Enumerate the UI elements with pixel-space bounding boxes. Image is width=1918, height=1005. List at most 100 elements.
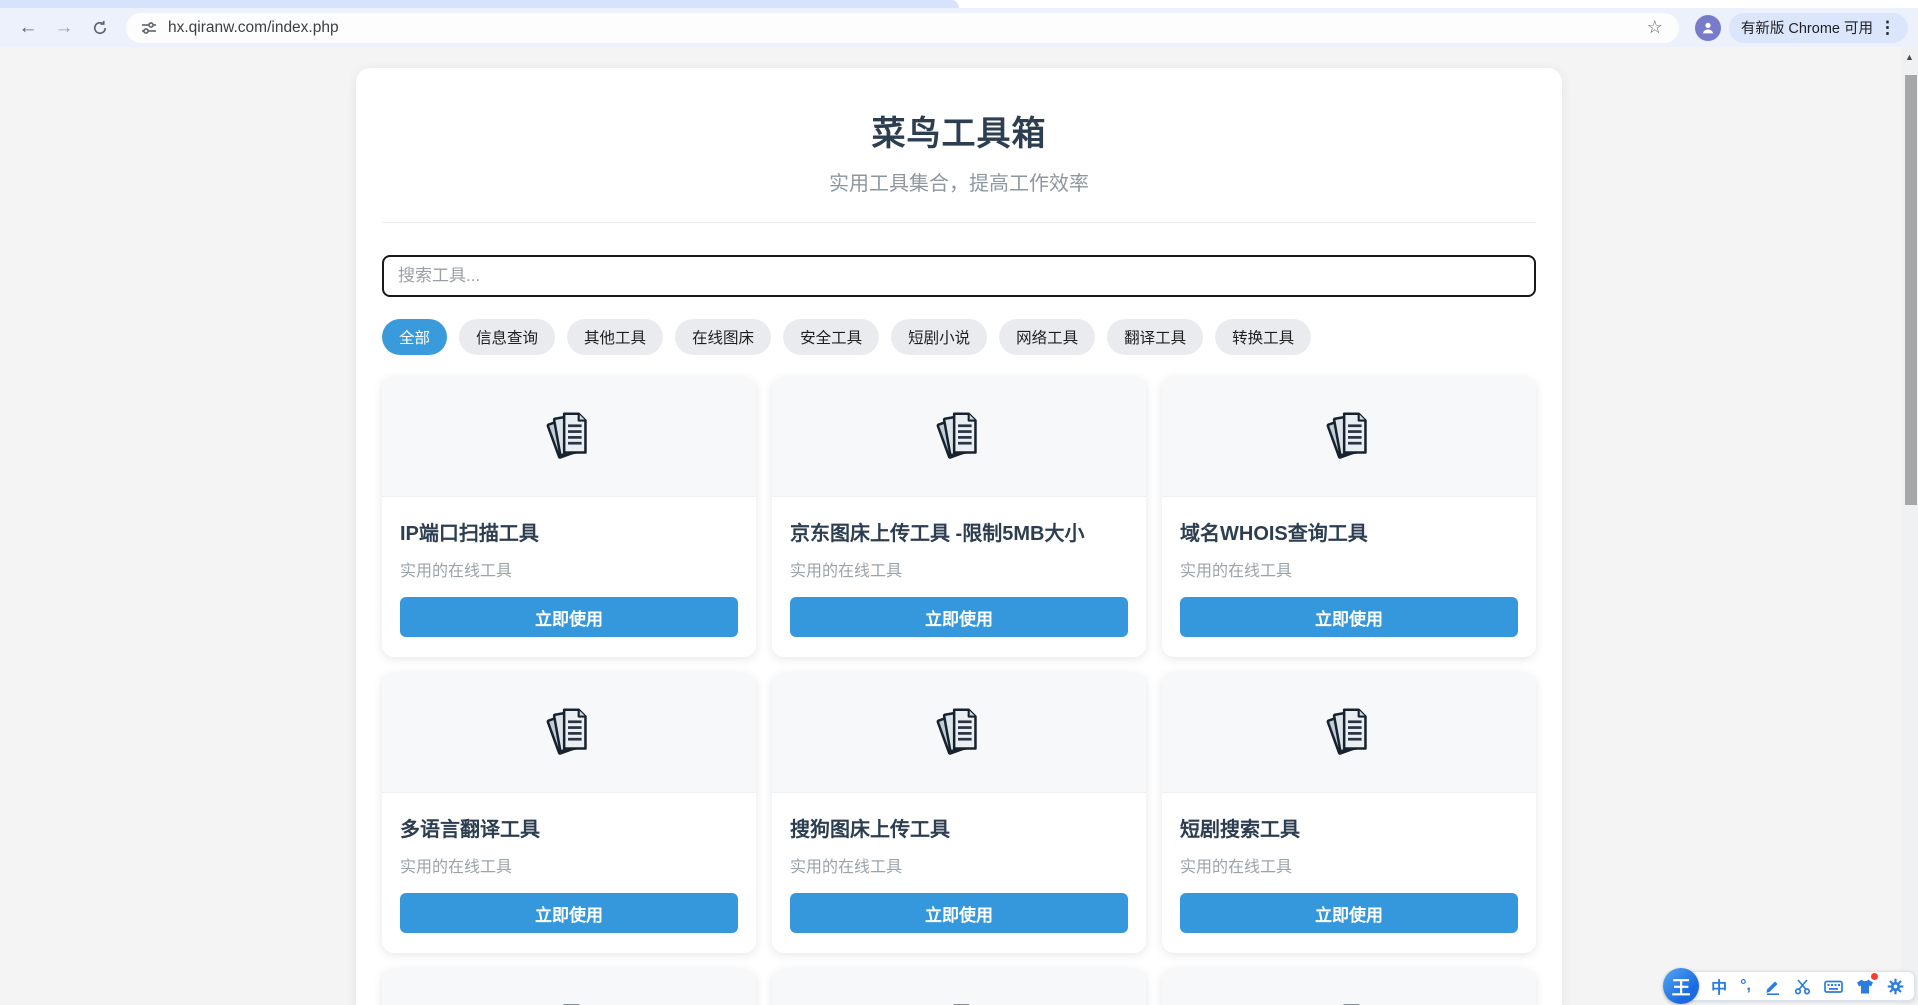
tool-card-partial <box>772 969 1146 1005</box>
tool-card-body: 短剧搜索工具 实用的在线工具 立即使用 <box>1162 793 1536 953</box>
tool-description: 实用的在线工具 <box>790 853 1128 877</box>
site-info-button[interactable] <box>136 15 162 41</box>
scrollbar[interactable]: ▲ <box>1901 47 1918 1005</box>
url-text[interactable]: hx.qiranw.com/index.php <box>168 19 339 37</box>
tag-filter-1[interactable]: 信息查询 <box>459 319 555 355</box>
tool-icon-area <box>1162 673 1536 793</box>
page-subtitle: 实用工具集合，提高工作效率 <box>382 167 1536 196</box>
reload-icon <box>91 19 109 37</box>
tool-icon-area <box>1162 377 1536 497</box>
chrome-update-label: 有新版 Chrome 可用 <box>1741 17 1873 38</box>
tool-card-body: 域名WHOIS查询工具 实用的在线工具 立即使用 <box>1162 497 1536 657</box>
tool-icon-area <box>382 969 756 1005</box>
scroll-up-arrow-icon[interactable]: ▲ <box>1901 47 1918 62</box>
content-panel: 菜鸟工具箱 实用工具集合，提高工作效率 全部信息查询其他工具在线图床安全工具短剧… <box>356 68 1562 1005</box>
tool-description: 实用的在线工具 <box>1180 853 1518 877</box>
tool-card-body: 京东图床上传工具 -限制5MB大小 实用的在线工具 立即使用 <box>772 497 1146 657</box>
tool-card-body: IP端口扫描工具 实用的在线工具 立即使用 <box>382 497 756 657</box>
shirt-icon <box>1856 978 1874 995</box>
tool-title: 京东图床上传工具 -限制5MB大小 <box>790 517 1128 546</box>
tool-icon-area <box>382 673 756 793</box>
pencil-icon <box>1764 978 1781 995</box>
ime-handwriting-button[interactable] <box>1764 978 1781 995</box>
tool-card: 短剧搜索工具 实用的在线工具 立即使用 <box>1162 673 1536 953</box>
documents-icon <box>538 998 600 1005</box>
ime-punctuation-toggle[interactable]: °, <box>1740 977 1751 995</box>
tool-description: 实用的在线工具 <box>790 557 1128 581</box>
tag-filter-7[interactable]: 翻译工具 <box>1107 319 1203 355</box>
tool-use-button[interactable]: 立即使用 <box>790 597 1128 637</box>
ime-settings-button[interactable] <box>1887 978 1904 995</box>
tool-grid: IP端口扫描工具 实用的在线工具 立即使用 京东图床上传工 <box>382 377 1536 1005</box>
tag-filter-3[interactable]: 在线图床 <box>675 319 771 355</box>
scissors-icon <box>1794 978 1811 995</box>
tag-filter-0[interactable]: 全部 <box>382 319 447 355</box>
active-tab-fragment[interactable] <box>0 0 945 8</box>
ime-mode-toggle[interactable]: 中 <box>1711 974 1727 998</box>
tab-strip <box>0 0 1918 8</box>
scrollbar-thumb[interactable] <box>1905 75 1917 505</box>
tool-title: 域名WHOIS查询工具 <box>1180 517 1518 546</box>
tag-filter-5[interactable]: 短剧小说 <box>891 319 987 355</box>
tune-icon <box>141 20 157 36</box>
tool-card-partial <box>382 969 756 1005</box>
tool-card: 京东图床上传工具 -限制5MB大小 实用的在线工具 立即使用 <box>772 377 1146 657</box>
tool-card-partial <box>1162 969 1536 1005</box>
tool-title: 搜狗图床上传工具 <box>790 813 1128 842</box>
documents-icon <box>1318 998 1380 1005</box>
bookmark-star-icon[interactable]: ☆ <box>1647 17 1663 38</box>
tool-icon-area <box>772 377 1146 497</box>
tool-card-body: 搜狗图床上传工具 实用的在线工具 立即使用 <box>772 793 1146 953</box>
tag-list: 全部信息查询其他工具在线图床安全工具短剧小说网络工具翻译工具转换工具 <box>382 319 1536 355</box>
tool-icon-area <box>1162 969 1536 1005</box>
ime-clipboard-button[interactable] <box>1794 978 1811 995</box>
notification-dot <box>1871 973 1878 980</box>
page-viewport: 菜鸟工具箱 实用工具集合，提高工作效率 全部信息查询其他工具在线图床安全工具短剧… <box>0 47 1918 1005</box>
documents-icon <box>928 998 990 1005</box>
documents-icon <box>538 702 600 764</box>
tool-use-button[interactable]: 立即使用 <box>400 893 738 933</box>
ime-keyboard-button[interactable] <box>1824 978 1843 995</box>
tool-description: 实用的在线工具 <box>1180 557 1518 581</box>
profile-avatar[interactable] <box>1695 15 1721 41</box>
tool-icon-area <box>382 377 756 497</box>
documents-icon <box>1318 702 1380 764</box>
gear-icon <box>1887 978 1904 995</box>
person-icon <box>1700 20 1716 36</box>
tool-use-button[interactable]: 立即使用 <box>1180 893 1518 933</box>
documents-icon <box>928 702 990 764</box>
tool-title: IP端口扫描工具 <box>400 517 738 546</box>
menu-kebab-icon[interactable]: ⋮ <box>1873 18 1902 38</box>
keyboard-icon <box>1824 978 1843 995</box>
address-bar[interactable]: hx.qiranw.com/index.php ☆ <box>126 13 1679 43</box>
ime-skin-button[interactable] <box>1856 978 1874 995</box>
tool-card: 搜狗图床上传工具 实用的在线工具 立即使用 <box>772 673 1146 953</box>
tool-card-body: 多语言翻译工具 实用的在线工具 立即使用 <box>382 793 756 953</box>
back-button[interactable]: ← <box>13 13 43 43</box>
tool-card: 多语言翻译工具 实用的在线工具 立即使用 <box>382 673 756 953</box>
tool-title: 短剧搜索工具 <box>1180 813 1518 842</box>
documents-icon <box>538 406 600 468</box>
search-input[interactable] <box>382 255 1536 297</box>
tool-use-button[interactable]: 立即使用 <box>400 597 738 637</box>
reload-button[interactable] <box>85 13 115 43</box>
tag-filter-4[interactable]: 安全工具 <box>783 319 879 355</box>
documents-icon <box>1318 406 1380 468</box>
tool-icon-area <box>772 969 1146 1005</box>
ime-logo[interactable]: 王 <box>1663 968 1699 1004</box>
ime-toolbar: 王 中 °, <box>1666 971 1915 1001</box>
tool-use-button[interactable]: 立即使用 <box>1180 597 1518 637</box>
tag-filter-2[interactable]: 其他工具 <box>567 319 663 355</box>
tool-use-button[interactable]: 立即使用 <box>790 893 1128 933</box>
forward-button[interactable]: → <box>49 13 79 43</box>
tool-card: 域名WHOIS查询工具 实用的在线工具 立即使用 <box>1162 377 1536 657</box>
header-divider <box>382 222 1536 223</box>
tool-icon-area <box>772 673 1146 793</box>
chrome-update-button[interactable]: 有新版 Chrome 可用 ⋮ <box>1729 13 1908 43</box>
tool-description: 实用的在线工具 <box>400 557 738 581</box>
tag-filter-6[interactable]: 网络工具 <box>999 319 1095 355</box>
documents-icon <box>928 406 990 468</box>
browser-toolbar: ← → hx.qiranw.com/index.php ☆ <box>0 8 1918 47</box>
tag-filter-8[interactable]: 转换工具 <box>1215 319 1311 355</box>
page-title: 菜鸟工具箱 <box>382 106 1536 155</box>
